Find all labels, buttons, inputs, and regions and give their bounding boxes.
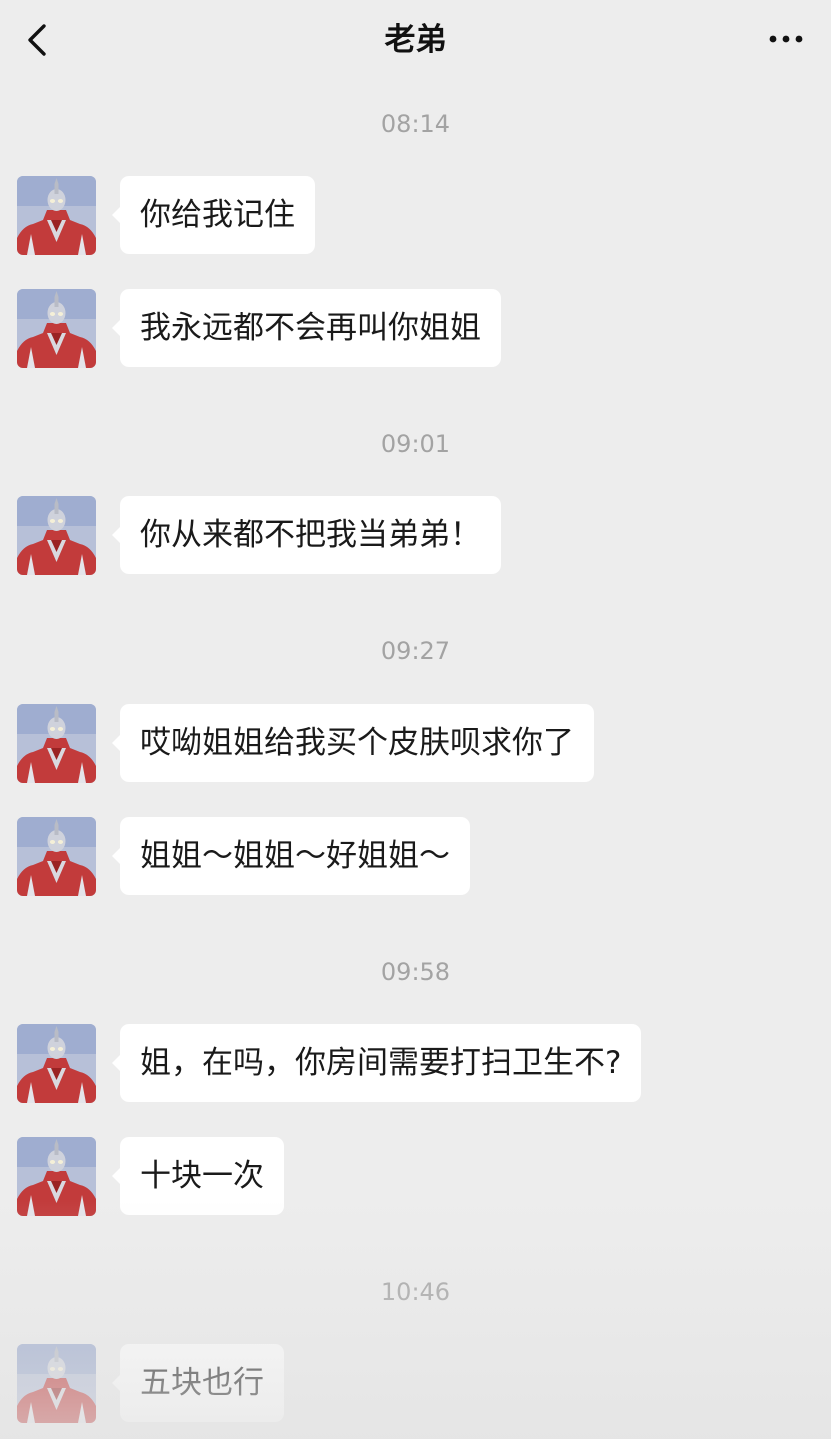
message-bubble[interactable]: 我永远都不会再叫你姐姐	[112, 289, 501, 367]
message-bubble[interactable]: 十块一次	[112, 1137, 284, 1215]
hero-avatar-icon	[17, 496, 96, 575]
contact-avatar[interactable]	[17, 1137, 96, 1216]
hero-avatar-icon	[17, 1024, 96, 1103]
hero-avatar-icon	[17, 1137, 96, 1216]
contact-avatar[interactable]	[17, 1024, 96, 1103]
contact-avatar[interactable]	[17, 496, 96, 575]
message-timestamp: 09:58	[380, 958, 451, 986]
nav-bar: 老弟	[0, 0, 831, 80]
message-timestamp: 09:27	[380, 637, 451, 665]
contact-avatar[interactable]	[17, 817, 96, 896]
message-timestamp: 10:46	[380, 1278, 451, 1306]
message-bubble[interactable]: 哎呦姐姐给我买个皮肤呗求你了	[112, 704, 594, 782]
contact-avatar[interactable]	[17, 176, 96, 255]
message-bubble[interactable]: 你从来都不把我当弟弟！	[112, 496, 501, 574]
message-timestamp: 09:01	[380, 430, 451, 458]
chat-title: 老弟	[384, 22, 447, 58]
hero-avatar-icon	[17, 704, 96, 783]
more-dots-icon	[769, 35, 803, 43]
message-bubble[interactable]: 你给我记住	[112, 176, 315, 254]
contact-avatar[interactable]	[17, 1344, 96, 1423]
contact-avatar[interactable]	[17, 289, 96, 368]
hero-avatar-icon	[17, 289, 96, 368]
message-bubble[interactable]: 姐姐～姐姐～好姐姐～	[112, 817, 470, 895]
contact-avatar[interactable]	[17, 704, 96, 783]
message-bubble[interactable]: 五块也行	[112, 1344, 284, 1422]
hero-avatar-icon	[17, 176, 96, 255]
hero-avatar-icon	[17, 817, 96, 896]
message-bubble[interactable]: 姐，在吗，你房间需要打扫卫生不?	[111, 1024, 642, 1102]
more-options-button[interactable]	[767, 26, 807, 52]
hero-avatar-icon	[17, 1344, 96, 1423]
message-timestamp: 08:14	[380, 110, 451, 138]
